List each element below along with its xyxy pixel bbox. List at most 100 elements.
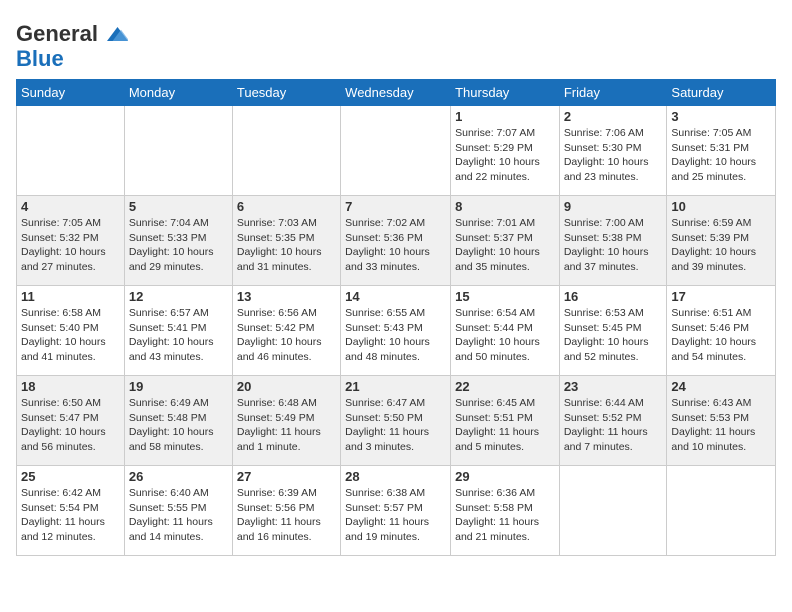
day-info: Sunrise: 7:07 AMSunset: 5:29 PMDaylight:… bbox=[455, 126, 555, 185]
header-row: SundayMondayTuesdayWednesdayThursdayFrid… bbox=[17, 80, 776, 106]
day-cell: 29 Sunrise: 6:36 AMSunset: 5:58 PMDayligh… bbox=[451, 466, 560, 556]
day-number: 3 bbox=[671, 109, 771, 124]
day-info: Sunrise: 6:56 AMSunset: 5:42 PMDaylight:… bbox=[237, 306, 336, 365]
day-cell bbox=[559, 466, 667, 556]
day-info: Sunrise: 6:49 AMSunset: 5:48 PMDaylight:… bbox=[129, 396, 228, 455]
day-number: 5 bbox=[129, 199, 228, 214]
day-cell bbox=[667, 466, 776, 556]
logo-blue-text: Blue bbox=[16, 46, 64, 71]
day-info: Sunrise: 6:42 AMSunset: 5:54 PMDaylight:… bbox=[21, 486, 120, 545]
col-header-saturday: Saturday bbox=[667, 80, 776, 106]
day-cell: 17 Sunrise: 6:51 AMSunset: 5:46 PMDayligh… bbox=[667, 286, 776, 376]
logo: General Blue bbox=[16, 20, 128, 71]
day-info: Sunrise: 7:00 AMSunset: 5:38 PMDaylight:… bbox=[564, 216, 663, 275]
day-cell: 6 Sunrise: 7:03 AMSunset: 5:35 PMDaylight… bbox=[232, 196, 340, 286]
day-info: Sunrise: 6:39 AMSunset: 5:56 PMDaylight:… bbox=[237, 486, 336, 545]
day-number: 2 bbox=[564, 109, 663, 124]
day-cell: 11 Sunrise: 6:58 AMSunset: 5:40 PMDayligh… bbox=[17, 286, 125, 376]
day-info: Sunrise: 6:43 AMSunset: 5:53 PMDaylight:… bbox=[671, 396, 771, 455]
day-number: 22 bbox=[455, 379, 555, 394]
week-row-0: 1 Sunrise: 7:07 AMSunset: 5:29 PMDaylight… bbox=[17, 106, 776, 196]
day-cell: 14 Sunrise: 6:55 AMSunset: 5:43 PMDayligh… bbox=[341, 286, 451, 376]
day-info: Sunrise: 7:06 AMSunset: 5:30 PMDaylight:… bbox=[564, 126, 663, 185]
day-info: Sunrise: 7:03 AMSunset: 5:35 PMDaylight:… bbox=[237, 216, 336, 275]
day-number: 8 bbox=[455, 199, 555, 214]
day-cell bbox=[341, 106, 451, 196]
week-row-1: 4Sunrise: 7:05 AMSunset: 5:32 PMDaylight… bbox=[17, 196, 776, 286]
day-cell: 27 Sunrise: 6:39 AMSunset: 5:56 PMDayligh… bbox=[232, 466, 340, 556]
day-number: 9 bbox=[564, 199, 663, 214]
day-cell: 10 Sunrise: 6:59 AMSunset: 5:39 PMDayligh… bbox=[667, 196, 776, 286]
day-cell bbox=[232, 106, 340, 196]
day-number: 29 bbox=[455, 469, 555, 484]
day-number: 17 bbox=[671, 289, 771, 304]
day-info: Sunrise: 6:57 AMSunset: 5:41 PMDaylight:… bbox=[129, 306, 228, 365]
day-info: Sunrise: 6:58 AMSunset: 5:40 PMDaylight:… bbox=[21, 306, 120, 365]
day-cell: 15 Sunrise: 6:54 AMSunset: 5:44 PMDayligh… bbox=[451, 286, 560, 376]
day-number: 12 bbox=[129, 289, 228, 304]
day-number: 14 bbox=[345, 289, 446, 304]
day-cell: 26 Sunrise: 6:40 AMSunset: 5:55 PMDayligh… bbox=[124, 466, 232, 556]
day-info: Sunrise: 6:51 AMSunset: 5:46 PMDaylight:… bbox=[671, 306, 771, 365]
day-cell: 8 Sunrise: 7:01 AMSunset: 5:37 PMDaylight… bbox=[451, 196, 560, 286]
day-number: 20 bbox=[237, 379, 336, 394]
col-header-wednesday: Wednesday bbox=[341, 80, 451, 106]
calendar-table: SundayMondayTuesdayWednesdayThursdayFrid… bbox=[16, 79, 776, 556]
day-cell: 4Sunrise: 7:05 AMSunset: 5:32 PMDaylight… bbox=[17, 196, 125, 286]
day-cell: 13 Sunrise: 6:56 AMSunset: 5:42 PMDayligh… bbox=[232, 286, 340, 376]
day-info: Sunrise: 7:02 AMSunset: 5:36 PMDaylight:… bbox=[345, 216, 446, 275]
day-info: Sunrise: 6:55 AMSunset: 5:43 PMDaylight:… bbox=[345, 306, 446, 365]
day-cell: 12 Sunrise: 6:57 AMSunset: 5:41 PMDayligh… bbox=[124, 286, 232, 376]
day-number: 19 bbox=[129, 379, 228, 394]
day-cell: 7 Sunrise: 7:02 AMSunset: 5:36 PMDaylight… bbox=[341, 196, 451, 286]
day-cell bbox=[17, 106, 125, 196]
day-info: Sunrise: 6:59 AMSunset: 5:39 PMDaylight:… bbox=[671, 216, 771, 275]
week-row-2: 11 Sunrise: 6:58 AMSunset: 5:40 PMDayligh… bbox=[17, 286, 776, 376]
day-number: 27 bbox=[237, 469, 336, 484]
day-number: 13 bbox=[237, 289, 336, 304]
day-cell bbox=[124, 106, 232, 196]
week-row-3: 18Sunrise: 6:50 AMSunset: 5:47 PMDayligh… bbox=[17, 376, 776, 466]
day-cell: 1 Sunrise: 7:07 AMSunset: 5:29 PMDaylight… bbox=[451, 106, 560, 196]
col-header-tuesday: Tuesday bbox=[232, 80, 340, 106]
day-cell: 20Sunrise: 6:48 AMSunset: 5:49 PMDayligh… bbox=[232, 376, 340, 466]
day-info: Sunrise: 7:01 AMSunset: 5:37 PMDaylight:… bbox=[455, 216, 555, 275]
day-info: Sunrise: 6:40 AMSunset: 5:55 PMDaylight:… bbox=[129, 486, 228, 545]
day-cell: 25Sunrise: 6:42 AMSunset: 5:54 PMDayligh… bbox=[17, 466, 125, 556]
day-cell: 24Sunrise: 6:43 AMSunset: 5:53 PMDayligh… bbox=[667, 376, 776, 466]
day-number: 10 bbox=[671, 199, 771, 214]
day-info: Sunrise: 7:05 AMSunset: 5:31 PMDaylight:… bbox=[671, 126, 771, 185]
day-info: Sunrise: 6:54 AMSunset: 5:44 PMDaylight:… bbox=[455, 306, 555, 365]
col-header-sunday: Sunday bbox=[17, 80, 125, 106]
day-info: Sunrise: 7:05 AMSunset: 5:32 PMDaylight:… bbox=[21, 216, 120, 275]
day-cell: 5Sunrise: 7:04 AMSunset: 5:33 PMDaylight… bbox=[124, 196, 232, 286]
day-number: 16 bbox=[564, 289, 663, 304]
day-number: 11 bbox=[21, 289, 120, 304]
day-info: Sunrise: 6:36 AMSunset: 5:58 PMDaylight:… bbox=[455, 486, 555, 545]
day-number: 26 bbox=[129, 469, 228, 484]
day-cell: 23 Sunrise: 6:44 AMSunset: 5:52 PMDayligh… bbox=[559, 376, 667, 466]
day-cell: 18Sunrise: 6:50 AMSunset: 5:47 PMDayligh… bbox=[17, 376, 125, 466]
day-info: Sunrise: 6:45 AMSunset: 5:51 PMDaylight:… bbox=[455, 396, 555, 455]
day-number: 15 bbox=[455, 289, 555, 304]
col-header-monday: Monday bbox=[124, 80, 232, 106]
logo-text: General bbox=[16, 23, 98, 45]
day-cell: 16 Sunrise: 6:53 AMSunset: 5:45 PMDayligh… bbox=[559, 286, 667, 376]
day-info: Sunrise: 6:53 AMSunset: 5:45 PMDaylight:… bbox=[564, 306, 663, 365]
day-cell: 28Sunrise: 6:38 AMSunset: 5:57 PMDayligh… bbox=[341, 466, 451, 556]
logo-icon bbox=[100, 20, 128, 48]
day-info: Sunrise: 6:47 AMSunset: 5:50 PMDaylight:… bbox=[345, 396, 446, 455]
day-number: 6 bbox=[237, 199, 336, 214]
day-number: 7 bbox=[345, 199, 446, 214]
day-cell: 22 Sunrise: 6:45 AMSunset: 5:51 PMDayligh… bbox=[451, 376, 560, 466]
week-row-4: 25Sunrise: 6:42 AMSunset: 5:54 PMDayligh… bbox=[17, 466, 776, 556]
day-cell: 3 Sunrise: 7:05 AMSunset: 5:31 PMDaylight… bbox=[667, 106, 776, 196]
day-info: Sunrise: 6:38 AMSunset: 5:57 PMDaylight:… bbox=[345, 486, 446, 545]
day-number: 21 bbox=[345, 379, 446, 394]
day-number: 23 bbox=[564, 379, 663, 394]
col-header-thursday: Thursday bbox=[451, 80, 560, 106]
day-info: Sunrise: 6:50 AMSunset: 5:47 PMDaylight:… bbox=[21, 396, 120, 455]
day-number: 1 bbox=[455, 109, 555, 124]
day-info: Sunrise: 6:44 AMSunset: 5:52 PMDaylight:… bbox=[564, 396, 663, 455]
day-cell: 9 Sunrise: 7:00 AMSunset: 5:38 PMDaylight… bbox=[559, 196, 667, 286]
